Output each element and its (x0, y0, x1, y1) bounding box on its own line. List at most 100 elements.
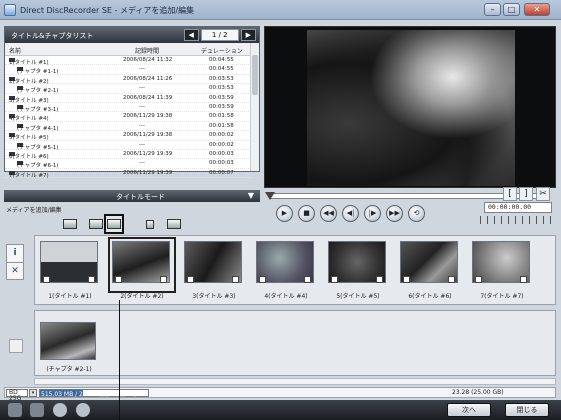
list-pager: ◀ 1 / 2 ▶ (183, 29, 256, 41)
title-chapter-list: タイトル&チャプタリスト ◀ 1 / 2 ▶ 名前 記録時間 デュレーション 1… (4, 26, 260, 179)
row-duration: 00:01:58 (209, 113, 234, 120)
list-rows: 1(タイトル #1) 2006/08/24 11:32 00:04:55 (チャプタ … (5, 56, 251, 179)
list-row[interactable]: 2(タイトル #2) 2006/08/24 11:26 00:03:53 (5, 75, 251, 85)
next-button[interactable]: 次へ (447, 403, 491, 417)
footer-bar: 次へ 閉じる (0, 400, 561, 420)
jog-scale[interactable] (480, 216, 554, 224)
list-row[interactable]: 1(タイトル #1) 2006/08/24 11:32 00:04:55 (5, 56, 251, 66)
disc-type-dropdown-icon[interactable]: ▾ (29, 389, 37, 397)
maximize-button[interactable]: □ (503, 3, 520, 16)
timecode-field[interactable]: 00:00:00.00 (484, 202, 552, 213)
row-recorded: 2006/08/24 11:26 (123, 75, 173, 82)
col-name[interactable]: 名前 (9, 46, 21, 55)
help-icon[interactable] (76, 403, 90, 417)
clip-settings-icon[interactable] (88, 276, 95, 283)
page-indicator: 1 / 2 (200, 29, 239, 41)
info-button[interactable]: i (7, 245, 23, 262)
list-view-icon[interactable] (8, 403, 22, 417)
remove-button[interactable]: ✕ (7, 262, 23, 279)
mode-bar[interactable]: タイトルモード ▼ (4, 190, 260, 202)
camera-icon[interactable] (30, 403, 44, 417)
row-duration: 00:00:07 (209, 169, 234, 176)
page-next-button[interactable]: ▶ (240, 29, 256, 41)
split-button[interactable] (86, 214, 106, 234)
horizontal-scrollbar[interactable] (34, 378, 556, 385)
list-row[interactable]: 5(タイトル #5) 2006/11/29 19:38 00:00:02 (5, 131, 251, 141)
row-duration: 00:00:02 (209, 132, 234, 139)
app-icon (4, 4, 16, 16)
list-row[interactable]: 7(タイトル #7) 2006/11/29 19:39 00:00:07 (5, 169, 251, 179)
clip-item[interactable]: 6(タイトル #6) (400, 241, 460, 300)
clip-badge-icon (259, 276, 266, 283)
clip-settings-icon[interactable] (448, 276, 455, 283)
row-recorded: 2006/11/29 19:38 (123, 132, 173, 139)
mark-out-button[interactable]: ] (519, 187, 533, 201)
mode-dropdown-icon[interactable]: ▼ (248, 191, 254, 200)
list-row[interactable]: 6(タイトル #6) 2006/11/29 19:39 00:00:03 (5, 150, 251, 160)
select-title-button[interactable] (104, 214, 124, 234)
window-title: Direct DiscRecorder SE - メディアを追加/編集 (20, 6, 195, 15)
list-row[interactable]: (チャプタ #2-1) --- 00:03:53 (5, 84, 251, 94)
row-recorded: 2006/11/29 19:38 (123, 113, 173, 120)
row-duration: 00:03:53 (209, 85, 234, 92)
minimize-button[interactable]: – (484, 3, 501, 16)
row-recorded: 2006/08/24 11:32 (123, 57, 173, 63)
col-duration[interactable]: デュレーション (201, 46, 243, 55)
disc-usage-text: 515.03 MB / 2... 1 時間 37 分 4 秒 (41, 391, 140, 398)
chapter-thumbnail[interactable] (40, 322, 96, 360)
disc-total: 23.28 (25.00 GB) (452, 389, 504, 396)
clip-side-buttons: i ✕ (6, 244, 24, 280)
play-button[interactable]: ▶ (276, 205, 293, 222)
trash-icon[interactable] (9, 339, 23, 353)
clip-item[interactable]: 2(タイトル #2) (108, 237, 176, 300)
row-duration: 00:03:59 (209, 94, 234, 101)
list-row[interactable]: (チャプタ #5-1) --- 00:00:02 (5, 141, 251, 151)
clip-badge-icon (187, 276, 194, 283)
clip-settings-icon[interactable] (232, 276, 239, 283)
prev-frame-button[interactable]: ◀| (342, 205, 359, 222)
clip-badge-icon (115, 276, 122, 283)
clip-item[interactable]: 4(タイトル #4) (256, 241, 316, 300)
clip-settings-icon[interactable] (520, 276, 527, 283)
chapter-label: (チャプタ #2-1) (46, 366, 92, 373)
clip-item[interactable]: 1(タイトル #1) (40, 241, 100, 300)
disc-icon[interactable] (53, 403, 67, 417)
disc-status-bar: BD 25G ▾ 515.03 MB / 2... 1 時間 37 分 4 秒 … (4, 387, 556, 402)
merge-button[interactable] (164, 214, 184, 234)
disc-type-select[interactable]: BD 25G (6, 389, 28, 402)
list-row[interactable]: 3(タイトル #3) 2006/08/24 11:39 00:03:59 (5, 94, 251, 104)
close-button[interactable]: 閉じる (505, 403, 549, 417)
clip-item[interactable]: 5(タイトル #5) (328, 241, 388, 300)
row-duration: 00:00:03 (209, 150, 234, 157)
preview-frame (307, 30, 515, 186)
page-prev-button[interactable]: ◀ (183, 29, 199, 41)
clip-item[interactable]: 3(タイトル #3) (184, 241, 244, 300)
clip-settings-icon[interactable] (304, 276, 311, 283)
list-row[interactable]: (チャプタ #6-1) --- 00:00:03 (5, 159, 251, 169)
clip-settings-icon[interactable] (160, 276, 167, 283)
list-row[interactable]: (チャプタ #4-1) --- 00:01:58 (5, 122, 251, 132)
chapter-strip (34, 310, 556, 376)
callout-line (119, 300, 120, 420)
cut-button[interactable]: ✂ (536, 187, 550, 201)
list-row[interactable]: (チャプタ #1-1) --- 00:04:55 (5, 65, 251, 75)
next-frame-button[interactable]: |▶ (364, 205, 381, 222)
stop-button[interactable]: ■ (298, 205, 315, 222)
close-window-button[interactable]: ✕ (524, 3, 550, 16)
col-recorded[interactable]: 記録時間 (135, 46, 159, 55)
mark-in-button[interactable]: [ (503, 187, 517, 201)
clip-item[interactable]: 7(タイトル #7) (472, 241, 532, 300)
rewind-button[interactable]: ◀◀ (320, 205, 337, 222)
list-row[interactable]: 4(タイトル #4) 2006/11/29 19:38 00:01:58 (5, 112, 251, 122)
seek-knob[interactable] (265, 192, 275, 200)
lock-button[interactable] (140, 214, 160, 234)
scroll-thumb[interactable] (252, 55, 258, 95)
clip-settings-icon[interactable] (376, 276, 383, 283)
list-header: タイトル&チャプタリスト ◀ 1 / 2 ▶ (5, 27, 259, 43)
add-video-button[interactable] (60, 214, 80, 234)
row-duration: 00:00:03 (209, 160, 234, 167)
list-row[interactable]: (チャプタ #3-1) --- 00:03:59 (5, 103, 251, 113)
loop-button[interactable]: ⟲ (408, 205, 425, 222)
fast-forward-button[interactable]: ▶▶ (386, 205, 403, 222)
list-scrollbar[interactable] (250, 43, 259, 171)
